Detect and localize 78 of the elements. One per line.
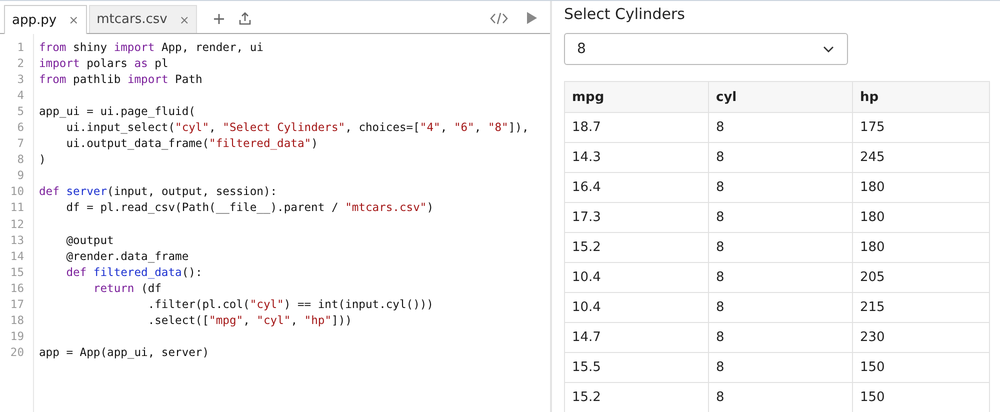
table-cell: 16.4 xyxy=(564,172,708,202)
table-cell: 17.3 xyxy=(564,202,708,232)
close-icon[interactable]: × xyxy=(68,13,79,27)
table-cell: 8 xyxy=(708,352,852,382)
line-number: 8 xyxy=(16,152,25,168)
code-line: ui.output_data_frame("filtered_data") xyxy=(65,136,318,152)
line-number: 15 xyxy=(9,264,25,281)
table-cell: 8 xyxy=(708,202,852,232)
line-number: 9 xyxy=(16,168,25,184)
code-line: @render.data_frame xyxy=(65,248,189,265)
column-header: mpg xyxy=(564,82,708,112)
table-cell: 8 xyxy=(708,262,852,292)
line-number: 17 xyxy=(9,296,25,313)
table-cell: 10.4 xyxy=(564,262,708,292)
code-line: df = pl.read_csv(Path(__file__).parent / "mtcars.csv") xyxy=(65,200,434,216)
code-line: app_ui = ui.page_fluid( xyxy=(38,104,196,120)
close-icon[interactable]: × xyxy=(179,12,190,26)
table-cell: 215 xyxy=(852,292,990,322)
column-header: hp xyxy=(852,82,990,112)
table-cell: 175 xyxy=(852,112,990,142)
line-number: 4 xyxy=(16,88,25,104)
table-cell: 8 xyxy=(708,292,852,322)
code-icon[interactable] xyxy=(490,12,508,25)
line-number: 2 xyxy=(16,56,25,72)
code-line: app = App(app_ui, server) xyxy=(38,344,210,361)
code-line: def server(input, output, session): xyxy=(38,184,278,200)
line-number: 13 xyxy=(9,232,25,249)
table-cell: 8 xyxy=(708,172,852,202)
line-number: 3 xyxy=(16,72,25,88)
line-number: 18 xyxy=(9,312,25,329)
table-cell: 8 xyxy=(708,232,852,262)
column-header: cyl xyxy=(708,82,852,112)
line-number: 19 xyxy=(9,328,25,345)
select-label: Select Cylinders xyxy=(564,4,686,25)
code-line: def filtered_data(): xyxy=(65,264,202,281)
table-cell: 230 xyxy=(852,322,990,352)
table-cell: 8 xyxy=(708,112,852,142)
table-cell: 245 xyxy=(852,142,990,172)
code-line: ) xyxy=(38,152,46,168)
code-line: .select(["mpg", "cyl", "hp"])) xyxy=(146,312,352,329)
table-cell: 15.5 xyxy=(564,352,708,382)
line-number: 20 xyxy=(9,344,25,361)
table-cell: 14.3 xyxy=(564,142,708,172)
upload-icon[interactable] xyxy=(239,12,252,25)
code-line: ui.input_select("cyl", "Select Cylinders", choices=["4", "6", "8"]), xyxy=(65,120,529,136)
table-cell: 180 xyxy=(852,202,990,232)
line-number: 16 xyxy=(9,280,25,297)
code-line: import polars as pl xyxy=(38,56,168,72)
code-line: @output xyxy=(65,232,114,249)
code-line: from pathlib import Path xyxy=(38,72,202,88)
line-number: 14 xyxy=(9,248,25,265)
table-cell: 8 xyxy=(708,322,852,352)
line-number: 7 xyxy=(16,136,25,152)
table-cell: 180 xyxy=(852,232,990,262)
table-cell: 8 xyxy=(708,142,852,172)
select-field[interactable]: 8 xyxy=(564,33,848,65)
file-tab[interactable]: app.py × xyxy=(4,5,87,34)
table-cell: 10.4 xyxy=(564,292,708,322)
line-number: 1 xyxy=(16,40,25,56)
table-cell: 205 xyxy=(852,262,990,292)
line-number: 12 xyxy=(9,216,25,233)
table-cell: 15.2 xyxy=(564,232,708,262)
table-cell: 15.2 xyxy=(564,382,708,412)
line-number: 6 xyxy=(16,120,25,136)
table-cell: 18.7 xyxy=(564,112,708,142)
line-number: 10 xyxy=(9,184,25,200)
table-cell: 180 xyxy=(852,172,990,202)
code-line: from shiny import App, render, ui xyxy=(38,40,264,56)
table-cell: 150 xyxy=(852,352,990,382)
code-line: .filter(pl.col("cyl") == int(input.cyl())) xyxy=(146,296,434,313)
table-cell: 14.7 xyxy=(564,322,708,352)
line-number: 11 xyxy=(9,200,25,216)
file-tab[interactable]: mtcars.csv × xyxy=(88,5,198,33)
line-number: 5 xyxy=(16,104,25,120)
plus-icon[interactable] xyxy=(213,13,226,25)
code-line: return (df xyxy=(92,280,162,297)
play-icon[interactable] xyxy=(526,11,538,25)
chevron-icon xyxy=(823,46,834,52)
